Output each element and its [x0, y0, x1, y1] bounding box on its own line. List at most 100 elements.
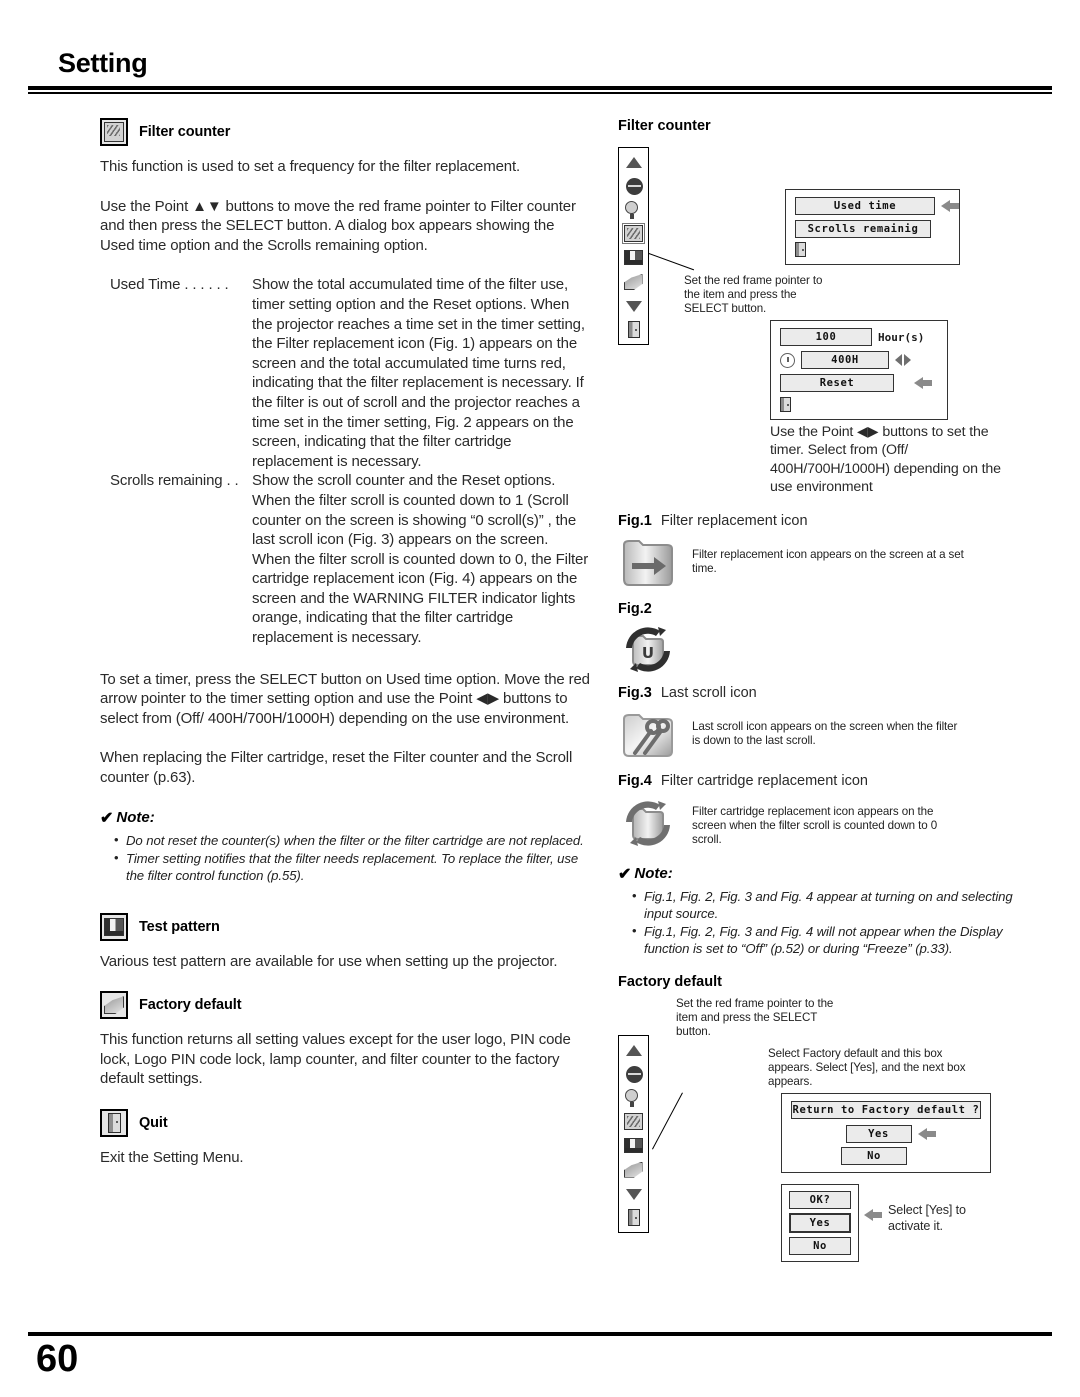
filter-replacement-icon [618, 535, 678, 591]
osd-item-quit[interactable] [622, 1208, 646, 1228]
osd-item-lamp-control[interactable] [622, 200, 646, 220]
fig2-label: Fig.2 [618, 601, 1018, 617]
reset-button[interactable]: Reset [780, 374, 894, 392]
osd-item-up-arrow[interactable] [622, 1040, 646, 1060]
definition-description: Show the total accumulated time of the f… [252, 276, 585, 470]
section-heading-label: Quit [139, 1115, 168, 1131]
osd-item-quit[interactable] [622, 320, 646, 340]
leader-line [652, 1092, 684, 1150]
used-time-row[interactable]: Used time [795, 197, 935, 215]
fig3-title: Last scroll icon [660, 684, 757, 701]
leader-line [648, 253, 695, 271]
page-title: Setting [58, 48, 148, 78]
no-button[interactable]: No [789, 1236, 851, 1255]
osd-item-filter-counter[interactable] [622, 1112, 646, 1132]
filter-counter-icon [100, 118, 128, 146]
osd-item-factory-default[interactable] [622, 272, 646, 292]
note-list: Do not reset the counter(s) when the fil… [100, 831, 590, 884]
osd-item-lamp-control[interactable] [622, 1088, 646, 1108]
fig2-number: Fig.2 [618, 600, 652, 617]
note-list: Fig.1, Fig. 2, Fig. 3 and Fig. 4 appear … [618, 887, 1018, 957]
factory-default-callout: Set the red frame pointer to the item an… [676, 996, 834, 1039]
osd-menu-strip[interactable] [618, 147, 649, 345]
right-note-block: ✔ Note: Fig.1, Fig. 2, Fig. 3 and Fig. 4… [618, 864, 1018, 957]
osd-item-down-arrow[interactable] [622, 1184, 646, 1204]
footer-rule [28, 1332, 1052, 1336]
filter-counter-callout: Set the red frame pointer to the item an… [684, 274, 823, 316]
timer-value[interactable]: 400H [801, 351, 889, 369]
quit-body: Exit the Setting Menu. [100, 1149, 244, 1166]
definition-row: Used Time . . . . . . Show the total acc… [100, 275, 590, 471]
osd-item-screen[interactable] [622, 1064, 646, 1084]
note-item: Fig.1, Fig. 2, Fig. 3 and Fig. 4 appear … [632, 887, 1018, 922]
filter-counter-definitions: Used Time . . . . . . Show the total acc… [100, 275, 590, 647]
note-title-label: Note: [116, 809, 155, 827]
osd-menu-strip[interactable] [618, 1034, 649, 1233]
left-right-arrows-icon[interactable] [895, 353, 911, 367]
factory-default-icon [100, 991, 128, 1020]
right-factory-default-heading: Factory default [618, 973, 722, 990]
no-button[interactable]: No [841, 1146, 907, 1165]
definition-term: Scrolls remaining . . [110, 472, 239, 490]
timer-setting-dialog[interactable]: 100 Hour(s) 400H Reset [770, 320, 948, 420]
test-pattern-icon [100, 912, 128, 941]
osd-item-up-arrow[interactable] [622, 152, 646, 172]
scrolls-remaining-row[interactable]: Scrolls remainig [795, 220, 931, 238]
left-column: Filter counter This function is used to … [100, 118, 590, 1168]
confirm-question: Return to Factory default ? [791, 1100, 981, 1119]
test-pattern-body: Various test pattern are available for u… [100, 952, 558, 970]
fig2-block: U [618, 621, 1018, 677]
used-time-dialog[interactable]: Used time Scrolls remainig [785, 189, 960, 265]
osd-item-test-pattern[interactable] [622, 248, 646, 268]
fig3-number: Fig.3 [618, 684, 652, 701]
fig1-block: Filter replacement icon appears on the s… [618, 535, 1018, 591]
osd-item-filter-counter[interactable] [621, 223, 646, 244]
filter-counter-illustration: Set the red frame pointer to the item an… [618, 141, 1018, 420]
quit-icon[interactable] [780, 397, 791, 412]
osd-item-down-arrow[interactable] [622, 296, 646, 316]
quit-icon[interactable] [795, 242, 806, 257]
yes-button[interactable]: Yes [789, 1212, 851, 1233]
section-heading-label: Filter counter [139, 124, 231, 140]
left-note-block: ✔ Note: Do not reset the counter(s) when… [100, 808, 590, 884]
factory-default-illustration: Set the red frame pointer to the item an… [618, 996, 1018, 1262]
left-arrow-pointer [864, 1208, 882, 1221]
factory-default-body: This function returns all setting values… [100, 1031, 571, 1088]
header-rule-thin [28, 92, 1052, 94]
note-item: Timer setting notifies that the filter n… [114, 849, 590, 884]
left-arrow-pointer [941, 200, 959, 212]
fig4-label: Fig.4 Filter cartridge replacement icon [618, 773, 1018, 789]
fig1-title: Filter replacement icon [660, 512, 808, 529]
section-quit-heading: Quit [100, 1109, 590, 1137]
timer-usage-text: Use the Point ◀▶ buttons to set the time… [770, 424, 1001, 496]
reset-paragraph: When replacing the Filter cartridge, res… [100, 749, 573, 787]
return-to-factory-default-dialog[interactable]: Return to Factory default ? Yes No [781, 1092, 991, 1173]
fig3-caption: Last scroll icon appears on the screen w… [692, 719, 958, 747]
yes-button[interactable]: Yes [845, 1124, 912, 1143]
section-factory-default-heading: Factory default [100, 991, 590, 1020]
timer-paragraph: To set a timer, press the SELECT button … [100, 670, 590, 727]
header-rule-thick [28, 86, 1052, 90]
activate-text: Select [Yes] to activate it. [888, 1202, 966, 1233]
filter-cartridge-replacement-icon [618, 795, 678, 851]
fig1-number: Fig.1 [618, 512, 652, 529]
clock-icon [780, 352, 795, 368]
osd-item-test-pattern[interactable] [622, 1136, 646, 1156]
last-scroll-icon [618, 707, 678, 763]
ok-confirm-dialog[interactable]: OK? Yes No [781, 1183, 859, 1262]
note-title: ✔ Note: [100, 808, 590, 828]
fig4-caption: Filter cartridge replacement icon appear… [692, 804, 938, 847]
used-time-value: 100 [780, 328, 872, 346]
osd-item-screen[interactable] [622, 176, 646, 196]
ok-question: OK? [789, 1190, 851, 1209]
section-heading-label: Test pattern [139, 918, 220, 935]
filter-counter-usage: Use the Point ▲▼ buttons to move the red… [100, 197, 576, 254]
svg-text:U: U [642, 644, 654, 662]
section-heading-label: Factory default [139, 997, 242, 1014]
osd-item-factory-default[interactable] [622, 1160, 646, 1180]
definition-row: Scrolls remaining . . Show the scroll co… [100, 471, 590, 647]
check-icon: ✔ [618, 865, 632, 883]
left-arrow-pointer [914, 377, 932, 389]
quit-icon [100, 1109, 128, 1137]
definition-term: Used Time . . . . . . [110, 276, 229, 294]
